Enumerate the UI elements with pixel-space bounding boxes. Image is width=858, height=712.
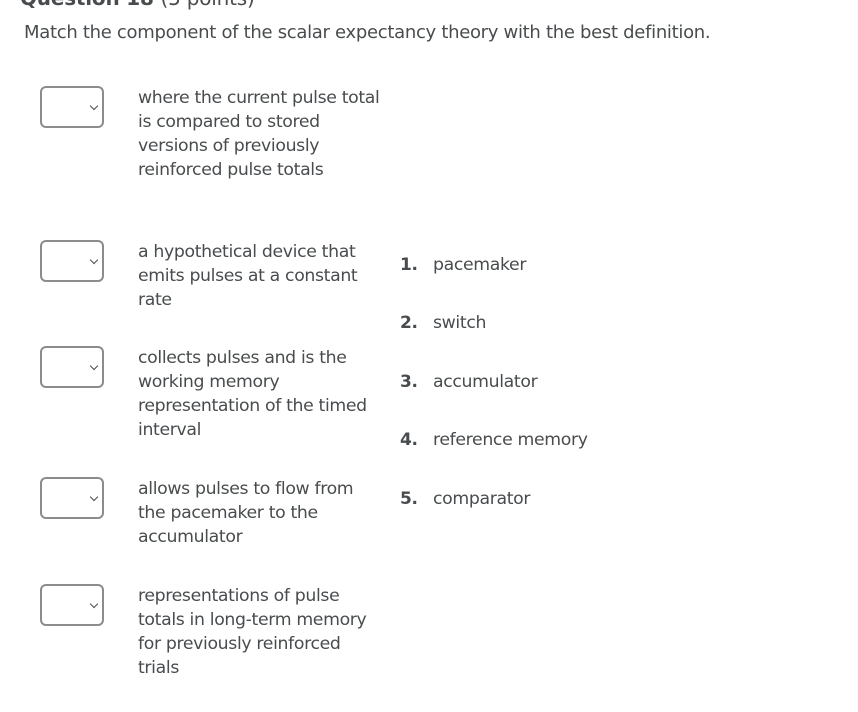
option-number: 3. bbox=[400, 372, 418, 392]
question-points: (5 points) bbox=[160, 0, 254, 10]
chevron-down-icon bbox=[89, 101, 99, 111]
option-label: comparator bbox=[433, 489, 531, 509]
chevron-down-icon bbox=[89, 255, 99, 265]
match-select-5[interactable] bbox=[40, 584, 104, 626]
option-label: switch bbox=[433, 313, 487, 333]
definition-text: representations of pulse totals in long-… bbox=[138, 586, 367, 678]
match-select-3[interactable] bbox=[40, 346, 104, 388]
question-prompt: Match the component of the scalar expect… bbox=[24, 22, 711, 43]
chevron-down-icon bbox=[89, 492, 99, 502]
option-item: 1. pacemaker bbox=[400, 255, 526, 275]
definition-text: collects pulses and is the working memor… bbox=[138, 348, 367, 440]
question-header: Question 18 (5 points) bbox=[20, 0, 255, 10]
option-label: reference memory bbox=[433, 430, 588, 450]
option-item: 4. reference memory bbox=[400, 430, 588, 450]
chevron-down-icon bbox=[89, 599, 99, 609]
option-label: pacemaker bbox=[433, 255, 527, 275]
option-number: 4. bbox=[400, 430, 418, 450]
question-title: Question 18 bbox=[20, 0, 154, 10]
match-select-2[interactable] bbox=[40, 240, 104, 282]
match-select-4[interactable] bbox=[40, 477, 104, 519]
definition-text: allows pulses to flow from the pacemaker… bbox=[138, 479, 354, 547]
match-select-1[interactable] bbox=[40, 86, 104, 128]
option-item: 2. switch bbox=[400, 313, 486, 333]
chevron-down-icon bbox=[89, 361, 99, 371]
definition-text: where the current pulse total is compare… bbox=[138, 88, 380, 180]
option-item: 3. accumulator bbox=[400, 372, 538, 392]
option-number: 5. bbox=[400, 489, 418, 509]
option-number: 1. bbox=[400, 255, 418, 275]
option-label: accumulator bbox=[433, 372, 538, 392]
definition-text: a hypothetical device that emits pulses … bbox=[138, 242, 358, 310]
option-item: 5. comparator bbox=[400, 489, 530, 509]
option-number: 2. bbox=[400, 313, 418, 333]
